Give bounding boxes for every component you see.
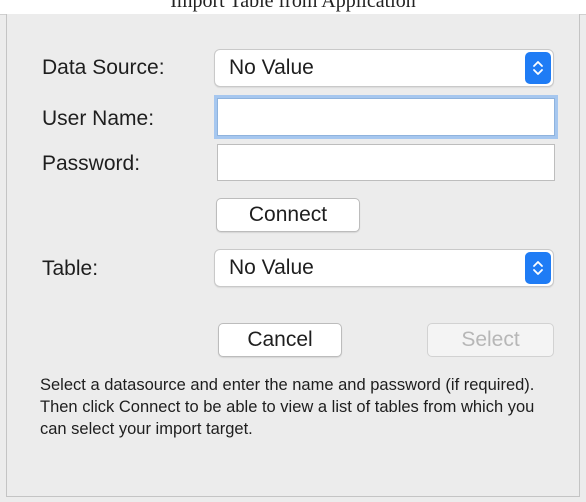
table-label: Table: [42, 257, 99, 280]
up-down-chevrons-icon [525, 252, 551, 284]
cancel-button[interactable]: Cancel [218, 323, 342, 357]
title-bar: Import Table from Application [0, 0, 586, 15]
connect-button[interactable]: Connect [216, 198, 360, 232]
user-name-label: User Name: [42, 107, 155, 130]
password-field[interactable] [217, 144, 555, 181]
help-text: Select a datasource and enter the name a… [40, 376, 535, 438]
password-label: Password: [42, 152, 141, 175]
table-popup[interactable]: No Value [214, 249, 554, 287]
window-title: Import Table from Application [170, 0, 416, 12]
table-value: No Value [229, 256, 314, 279]
up-down-chevrons-icon [525, 52, 551, 84]
user-name-field[interactable] [217, 98, 555, 136]
data-source-label: Data Source: [42, 56, 165, 79]
data-source-value: No Value [229, 56, 314, 79]
select-button[interactable]: Select [427, 323, 554, 357]
data-source-popup[interactable]: No Value [214, 49, 554, 87]
